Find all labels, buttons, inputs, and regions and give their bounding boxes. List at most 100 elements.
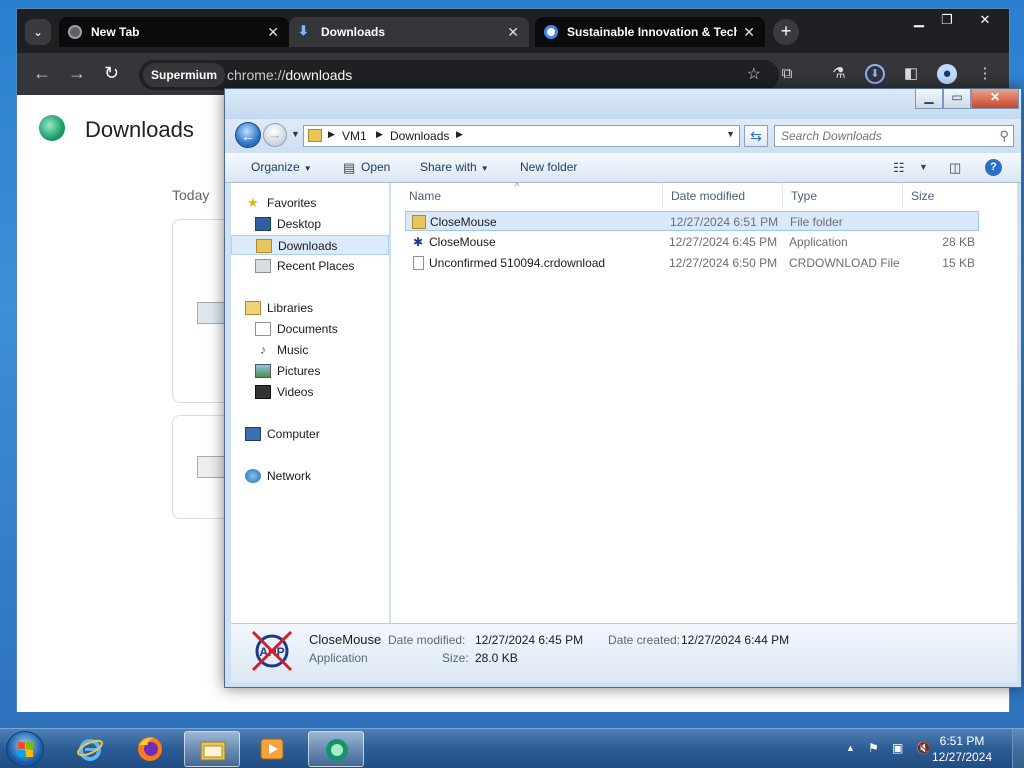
nav-videos[interactable]: Videos (231, 382, 389, 402)
tab-downloads[interactable]: ⬇ Downloads ✕ (289, 17, 529, 47)
nav-music[interactable]: ♪ Music (231, 340, 389, 360)
tab-new-tab[interactable]: New Tab ✕ (59, 17, 289, 47)
details-created-label: Date created: (608, 633, 681, 647)
column-header-type[interactable]: Type (783, 183, 903, 209)
open-button[interactable]: Open (361, 160, 390, 174)
nav-libraries[interactable]: Libraries (231, 298, 389, 318)
explorer-minimize-button[interactable]: ▁ (915, 89, 943, 109)
forward-arrow-icon[interactable]: → (68, 63, 86, 83)
breadcrumb-arrow-icon[interactable]: ▶ (376, 129, 383, 140)
taskbar-internet-explorer[interactable] (62, 731, 118, 767)
forward-button[interactable]: → (263, 123, 287, 147)
organize-button[interactable]: Organize ▼ (251, 160, 312, 174)
chevron-down-icon[interactable]: ▼ (919, 162, 928, 172)
show-hidden-icons-icon[interactable]: ▲ (846, 743, 855, 753)
table-row[interactable]: ✱ CloseMouse 12/27/2024 6:45 PM Applicat… (405, 232, 979, 252)
nav-recent-places[interactable]: Recent Places (231, 256, 389, 276)
globe-icon (68, 25, 82, 39)
firefox-icon (138, 737, 162, 761)
network-globe-icon (245, 469, 261, 483)
system-clock[interactable]: 6:51 PM 12/27/2024 (922, 733, 1002, 765)
search-box[interactable]: ⚲ (774, 125, 1014, 147)
nav-label: Recent Places (277, 259, 355, 273)
nav-label: Music (277, 343, 309, 357)
network-status-icon[interactable]: ▣ (892, 741, 903, 755)
downloads-indicator-icon[interactable]: ⬇ (865, 64, 885, 84)
back-button[interactable]: ← (235, 122, 261, 148)
recent-pages-dropdown-icon[interactable]: ▼ (291, 129, 300, 139)
explorer-titlebar[interactable]: ▁ ▭ ✕ (225, 89, 1021, 119)
nav-computer[interactable]: Computer (231, 424, 389, 444)
action-center-flag-icon[interactable]: ⚑ (868, 741, 879, 755)
close-tab-icon[interactable]: ✕ (507, 17, 519, 47)
nav-favorites[interactable]: ★ Favorites (231, 193, 389, 213)
side-panel-icon[interactable]: ◧ (901, 64, 921, 84)
documents-icon (255, 322, 271, 336)
address-bar[interactable]: Supermium chrome://downloads ☆ (139, 60, 779, 90)
address-row: ← → ▼ ▶ VM1 ▶ Downloads ▶ ▼ ⇆ ⚲ (225, 119, 1021, 153)
refresh-button[interactable]: ⇆ (744, 125, 768, 147)
videos-film-icon (255, 385, 271, 399)
url-text[interactable]: chrome://downloads (227, 60, 352, 90)
nav-desktop[interactable]: Desktop (231, 214, 389, 234)
download-card[interactable] (172, 219, 232, 403)
browser-chip[interactable]: Supermium (143, 63, 226, 87)
new-folder-button[interactable]: New folder (520, 160, 577, 174)
close-window-button[interactable]: ✕ (971, 11, 999, 31)
google-icon (544, 25, 558, 39)
nav-documents[interactable]: Documents (231, 319, 389, 339)
nav-pictures[interactable]: Pictures (231, 361, 389, 381)
address-dropdown-icon[interactable]: ▼ (726, 129, 735, 139)
column-header-date-modified[interactable]: Date modified (663, 183, 783, 209)
file-list: ^ Name Date modified Type Size CloseMous… (391, 181, 1017, 623)
bookmark-star-icon[interactable]: ☆ (747, 64, 761, 84)
breadcrumb-arrow-icon[interactable]: ▶ (456, 129, 463, 140)
minimize-button[interactable]: ▁ (905, 11, 933, 31)
extensions-icon[interactable]: ⧉ (777, 64, 797, 84)
close-tab-icon[interactable]: ✕ (743, 17, 755, 47)
taskbar-supermium[interactable] (308, 731, 364, 767)
table-row[interactable]: CloseMouse 12/27/2024 6:51 PM File folde… (405, 211, 979, 231)
breadcrumb-downloads[interactable]: Downloads (390, 129, 449, 143)
close-tab-icon[interactable]: ✕ (267, 17, 279, 47)
nav-network[interactable]: Network (231, 466, 389, 486)
reload-icon[interactable]: ↻ (104, 63, 119, 83)
explorer-close-button[interactable]: ✕ (971, 89, 1019, 109)
taskbar-file-explorer[interactable] (184, 731, 240, 767)
tab-search-button[interactable]: ⌄ (25, 19, 51, 45)
download-card[interactable] (172, 415, 232, 519)
start-button[interactable] (6, 731, 44, 767)
back-arrow-icon[interactable]: ← (33, 63, 51, 83)
search-icon[interactable]: ⚲ (999, 128, 1009, 144)
navigation-pane: ★ Favorites Desktop Downloads Recent Pla… (231, 183, 390, 623)
maximize-button[interactable]: ❐ (933, 11, 961, 31)
explorer-maximize-button[interactable]: ▭ (943, 89, 971, 109)
help-icon[interactable]: ? (985, 159, 1002, 176)
labs-flask-icon[interactable]: ⚗ (829, 64, 849, 84)
breadcrumb-vm1[interactable]: VM1 (342, 129, 367, 143)
taskbar-firefox[interactable] (122, 731, 178, 767)
file-thumbnail-icon (197, 302, 227, 324)
view-options-icon[interactable]: ☷ (893, 160, 905, 176)
show-desktop-button[interactable] (1012, 729, 1024, 768)
nav-label: Desktop (277, 217, 322, 231)
taskbar-media-player[interactable] (244, 731, 300, 767)
breadcrumb-arrow-icon[interactable]: ▶ (328, 129, 335, 140)
column-header-size[interactable]: Size (903, 183, 983, 209)
share-with-button[interactable]: Share with ▼ (420, 160, 489, 174)
table-row[interactable]: Unconfirmed 510094.crdownload 12/27/2024… (405, 253, 979, 273)
new-tab-button[interactable]: + (773, 19, 799, 45)
tab-sustainable-innovation[interactable]: Sustainable Innovation & Technology ✕ (535, 17, 765, 47)
profile-avatar-icon[interactable]: ● (937, 64, 957, 84)
downloads-folder-icon (256, 239, 272, 253)
details-size-label: Size: (442, 651, 469, 665)
preview-pane-icon[interactable]: ◫ (949, 160, 961, 176)
nav-downloads[interactable]: Downloads (231, 235, 389, 255)
menu-kebab-icon[interactable]: ⋮ (975, 64, 995, 84)
explorer-address-bar[interactable]: ▶ VM1 ▶ Downloads ▶ ▼ (303, 125, 740, 147)
column-header-name[interactable]: Name (401, 183, 663, 209)
nav-label: Libraries (267, 301, 314, 315)
file-name: CloseMouse (430, 215, 497, 229)
document-icon (413, 256, 424, 270)
search-input[interactable] (775, 126, 985, 146)
